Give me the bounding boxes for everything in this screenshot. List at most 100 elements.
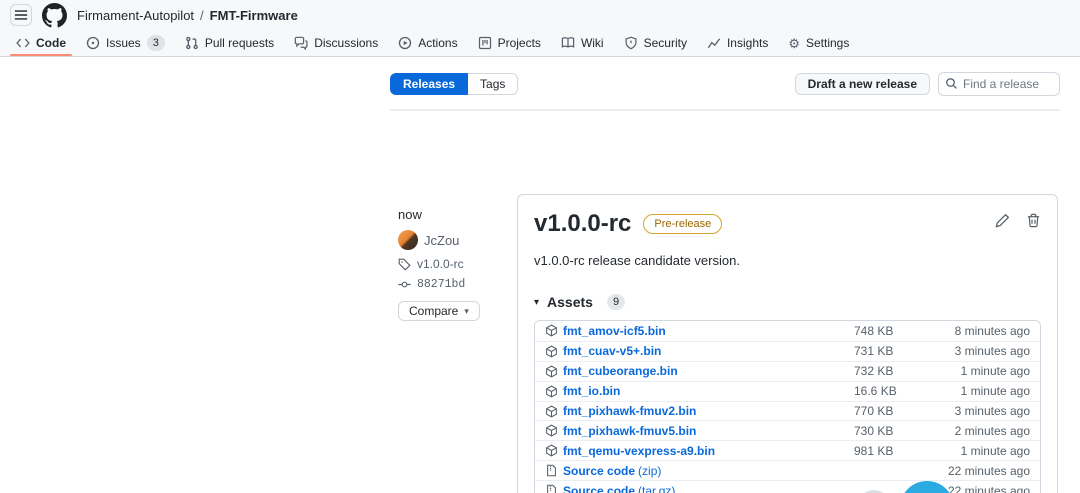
assets-count-badge: 9 [606,294,626,310]
tab-issues[interactable]: Issues 3 [76,30,175,56]
avatar[interactable] [398,230,418,250]
asset-name-text: Source code [563,483,636,493]
releases-tags-switch: Releases Tags [390,73,519,95]
tab-settings[interactable]: ⚙ Settings [778,30,859,56]
tags-tab-button[interactable]: Tags [468,73,519,95]
tab-label: Discussions [314,36,379,50]
tab-label: Security [643,36,687,50]
asset-size: 732 KB [854,364,894,379]
actions-icon [398,36,412,50]
asset-row: fmt_io.bin 16.6 KB 1 minute ago [535,380,1040,401]
compare-button[interactable]: Compare ▾ [398,301,480,321]
tab-actions[interactable]: Actions [388,30,467,56]
asset-size: 770 KB [854,404,894,418]
delete-release-button[interactable] [1026,213,1041,228]
asset-link[interactable]: fmt_cuav-v5+.bin [563,344,854,358]
asset-size: 748 KB [854,323,894,338]
breadcrumb-org-link[interactable]: Firmament-Autopilot [77,8,194,23]
asset-size: 16.6 KB [854,384,897,399]
asset-name-text: fmt_qemu-vexpress-a9.bin [563,443,716,458]
asset-link[interactable]: fmt_cubeorange.bin [563,364,854,378]
tab-projects[interactable]: Projects [468,30,551,56]
asset-link[interactable]: fmt_qemu-vexpress-a9.bin [563,444,854,458]
graph-icon [707,36,721,50]
release-card: v1.0.0-rc Pre-release v1.0.0-rc release … [517,194,1058,493]
asset-row: fmt_cubeorange.bin 732 KB 1 minute ago [535,360,1040,381]
release-description: v1.0.0-rc release candidate version. [534,253,740,268]
breadcrumb: Firmament-Autopilot / FMT-Firmware [77,8,298,23]
shield-icon [624,36,638,50]
asset-size: 731 KB [854,344,894,359]
file-zip-icon [545,484,558,493]
asset-link[interactable]: Source code (zip) [563,464,854,478]
asset-time: 3 minutes ago [954,404,1030,418]
asset-link[interactable]: fmt_amov-icf5.bin [563,324,854,338]
commit-sha[interactable]: 88271bd [417,278,465,291]
tab-label: Projects [497,36,541,50]
asset-row: fmt_cuav-v5+.bin 731 KB 3 minutes ago [535,340,1040,361]
gear-icon: ⚙ [788,35,800,51]
asset-suffix-text: (tar.gz) [638,483,676,493]
asset-name-text: fmt_io.bin [563,384,621,399]
asset-size: 981 KB [854,443,894,458]
chevron-down-icon: ▾ [464,305,469,316]
release-title: v1.0.0-rc [534,210,632,237]
tab-label: Settings [805,36,850,50]
main-content: Releases Tags Draft a new release now Jc… [0,57,1080,493]
tab-label: Insights [726,36,769,50]
author-link[interactable]: JcZou [424,233,459,248]
discussions-icon [294,36,308,50]
assets-heading: Assets [547,294,593,310]
issue-opened-icon [86,36,100,50]
asset-time: 2 minutes ago [954,423,1030,438]
find-release-search [938,72,1060,96]
tab-pull-requests[interactable]: Pull requests [175,30,284,56]
tag-name[interactable]: v1.0.0-rc [417,257,464,271]
asset-name-text: Source code [563,463,636,478]
code-icon [16,36,30,50]
asset-time: 3 minutes ago [954,344,1030,359]
draft-new-release-button[interactable]: Draft a new release [794,73,930,95]
release-timeline-sidebar: now JcZou v1.0.0-rc 88271bd Compare ▾ [398,207,510,321]
asset-link[interactable]: Source code (tar.gz) [563,484,854,493]
toolbar-divider [390,109,1060,111]
tab-label: Pull requests [204,36,275,50]
commit-icon [398,278,411,291]
repo-tab-nav: Code Issues 3 Pull requests Discussions … [0,30,1080,57]
tab-label: Wiki [580,36,604,50]
asset-row: fmt_pixhawk-fmuv2.bin 770 KB 3 minutes a… [535,400,1040,421]
asset-time: 8 minutes ago [954,323,1030,338]
tab-security[interactable]: Security [614,30,697,56]
tag-icon [398,258,411,271]
asset-link[interactable]: fmt_pixhawk-fmuv2.bin [563,404,854,418]
asset-row: fmt_pixhawk-fmuv5.bin 730 KB 2 minutes a… [535,420,1040,441]
hamburger-menu-button[interactable] [10,4,32,26]
tab-wiki[interactable]: Wiki [551,30,614,56]
pull-request-icon [185,36,199,50]
issues-count-badge: 3 [146,35,165,51]
edit-release-button[interactable] [995,213,1010,228]
asset-name-text: fmt_cuav-v5+.bin [563,344,662,359]
search-icon [945,77,958,90]
asset-link[interactable]: fmt_io.bin [563,384,854,398]
tab-code[interactable]: Code [6,30,76,56]
package-icon [545,365,558,378]
breadcrumb-separator: / [200,7,204,23]
package-icon [545,405,558,418]
prerelease-badge: Pre-release [643,214,723,234]
tab-insights[interactable]: Insights [697,30,778,56]
breadcrumb-repo-link[interactable]: FMT-Firmware [210,8,298,23]
releases-tab-button[interactable]: Releases [390,73,469,95]
assets-caret-icon: ▾ [534,296,540,308]
assets-toggle[interactable]: ▾ Assets 9 [534,294,1041,310]
releases-toolbar: Releases Tags Draft a new release [390,57,1060,96]
package-icon [545,385,558,398]
package-icon [545,424,558,437]
asset-time: 22 minutes ago [947,463,1030,478]
asset-time: 1 minute ago [960,364,1030,379]
github-logo[interactable] [42,2,67,28]
tab-discussions[interactable]: Discussions [284,30,388,56]
asset-row: Source code (tar.gz) 22 minutes ago [535,480,1040,493]
package-icon [545,444,558,457]
asset-link[interactable]: fmt_pixhawk-fmuv5.bin [563,424,854,438]
